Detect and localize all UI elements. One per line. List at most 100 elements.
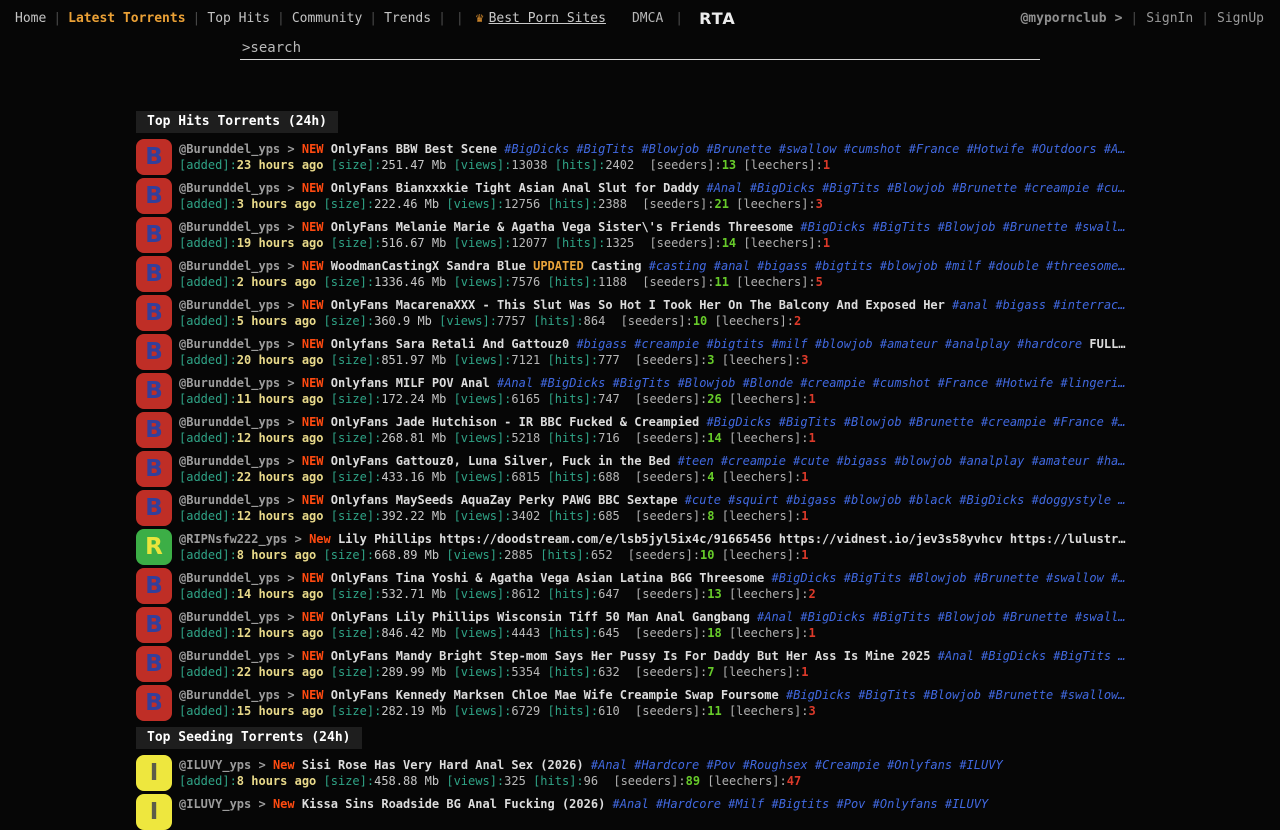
torrent-title[interactable]: OnlyFans Jade Hutchison - IR BBC Fucked … [331,415,699,429]
nav-separator: | [369,11,377,26]
torrent-tags[interactable]: #Anal #Hardcore #Milf #Bigtits #Pov #Onl… [613,797,989,811]
uploader-link[interactable]: @Burunddel_yps [179,259,280,273]
torrent-row: B @Burunddel_yps > NEW OnlyFans Melanie … [136,217,1150,253]
uploader-avatar[interactable]: B [136,568,172,604]
torrent-row-text: @Burunddel_yps > NEW OnlyFans Tina Yoshi… [179,568,1150,604]
uploader-link[interactable]: @RIPNsfw222_yps [179,532,287,546]
nav-item-latest-torrents[interactable]: Latest Torrents [61,11,192,26]
uploader-link[interactable]: @ILUVY_yps [179,797,251,811]
uploader-avatar[interactable]: B [136,451,172,487]
uploader-avatar[interactable]: B [136,607,172,643]
signup-link[interactable]: SignUp [1209,11,1272,26]
stat-leechers-value: 1 [823,158,830,172]
torrent-tags[interactable]: #casting #anal #bigass #bigtits #blowjob… [649,259,1126,273]
torrent-title[interactable]: Sisi Rose Has Very Hard Anal Sex (2026) [302,758,584,772]
torrent-tags[interactable]: #BigDicks #BigTits #Blowjob #Brunette #c… [706,415,1125,429]
uploader-link[interactable]: @Burunddel_yps [179,610,280,624]
stat-leechers-label: [leechers]: [707,774,786,788]
dmca-link[interactable]: DMCA [632,11,663,26]
torrent-tags[interactable]: #bigass #creampie #bigtits #milf #blowjo… [576,337,1082,351]
torrent-title[interactable]: OnlyFans BBW Best Scene [331,142,497,156]
torrent-title[interactable]: OnlyFans Bianxxxkie Tight Asian Anal Slu… [331,181,699,195]
torrent-title[interactable]: Lily Phillips https://doodstream.com/e/l… [338,532,1125,546]
torrent-tags[interactable]: #Anal #Hardcore #Pov #Roughsex #Creampie… [591,758,1003,772]
torrent-title[interactable]: OnlyFans Mandy Bright Step-mom Says Her … [331,649,931,663]
uploader-link[interactable]: @Burunddel_yps [179,493,280,507]
torrent-tags[interactable]: #Anal #BigDicks #BigTits #Blowjob #Brune… [757,610,1125,624]
torrent-tags[interactable]: #Anal #BigDicks #BigTits #Blowjob #Blond… [497,376,1126,390]
torrent-title[interactable]: OnlyFans Gattouz0, Luna Silver, Fuck in … [331,454,671,468]
uploader-link[interactable]: @Burunddel_yps [179,415,280,429]
torrent-title[interactable]: OnlyFans Lily Phillips Wisconsin Tiff 50… [331,610,750,624]
signin-link[interactable]: SignIn [1138,11,1201,26]
uploader-link[interactable]: @Burunddel_yps [179,298,280,312]
uploader-avatar[interactable]: B [136,490,172,526]
uploader-link[interactable]: @Burunddel_yps [179,181,280,195]
stat-added-label: [added]: [179,158,237,172]
torrent-stats-line: [added]:8 hours ago [size]:668.89 Mb [vi… [179,547,1150,563]
torrent-title[interactable]: Onlyfans MILF POV Anal [331,376,490,390]
uploader-avatar[interactable]: B [136,295,172,331]
uploader-link[interactable]: @Burunddel_yps [179,688,280,702]
stat-added-label: [added]: [179,314,237,328]
nav-item-trends[interactable]: Trends [377,11,438,26]
torrent-title[interactable]: OnlyFans Tina Yoshi & Agatha Vega Asian … [331,571,764,585]
nav-item-top-hits[interactable]: Top Hits [200,11,277,26]
uploader-link[interactable]: @Burunddel_yps [179,649,280,663]
nav-item-home[interactable]: Home [8,11,53,26]
uploader-avatar[interactable]: B [136,178,172,214]
best-porn-sites-link[interactable]: Best Porn Sites [489,11,606,26]
uploader-avatar[interactable]: B [136,256,172,292]
avatar-letter-icon: B [145,146,163,169]
stat-views-value: 7757 [497,314,526,328]
torrent-title[interactable]: Onlyfans Sara Retali And Gattouz0 [331,337,569,351]
torrent-title[interactable]: OnlyFans MacarenaXXX - This Slut Was So … [331,298,945,312]
uploader-link[interactable]: @Burunddel_yps [179,376,280,390]
stat-views-label: [views]: [454,236,512,250]
stat-views-value: 12077 [511,236,547,250]
uploader-link[interactable]: @Burunddel_yps [179,571,280,585]
uploader-avatar[interactable]: B [136,139,172,175]
uploader-link[interactable]: @Burunddel_yps [179,454,280,468]
uploader-link[interactable]: @Burunddel_yps [179,142,280,156]
torrent-title-line: @Burunddel_yps > NEW OnlyFans Melanie Ma… [179,219,1150,235]
uploader-avatar[interactable]: I [136,794,172,830]
torrent-tags[interactable]: #anal #bigass #interrac… [952,298,1125,312]
torrent-row-text: @Burunddel_yps > NEW OnlyFans Lily Phill… [179,607,1150,643]
stat-views-value: 2885 [504,548,533,562]
uploader-avatar[interactable]: B [136,217,172,253]
torrent-tags[interactable]: #cute #squirt #bigass #blowjob #black #B… [685,493,1126,507]
stat-size-label: [size]: [331,587,382,601]
uploader-avatar[interactable]: I [136,755,172,791]
torrent-title[interactable]: Onlyfans MaySeeds AquaZay Perky PAWG BBC… [331,493,678,507]
torrent-title[interactable]: OnlyFans Melanie Marie & Agatha Vega Sis… [331,220,793,234]
torrent-tags[interactable]: #BigDicks #BigTits #Blowjob #Brunette #s… [504,142,1125,156]
torrent-title-cont[interactable]: Casting [591,259,642,273]
account-link[interactable]: @mypornclub [1020,11,1106,26]
uploader-avatar[interactable]: B [136,412,172,448]
uploader-link[interactable]: @ILUVY_yps [179,758,251,772]
uploader-avatar[interactable]: B [136,646,172,682]
nav-item-community[interactable]: Community [285,11,369,26]
nav-right-group: @mypornclub > | SignIn | SignUp [1020,11,1272,26]
uploader-avatar[interactable]: R [136,529,172,565]
uploader-link[interactable]: @Burunddel_yps [179,337,280,351]
torrent-list: I @ILUVY_yps > New Sisi Rose Has Very Ha… [136,755,1150,830]
torrent-tags[interactable]: #teen #creampie #cute #bigass #blowjob #… [678,454,1126,468]
torrent-tags[interactable]: #Anal #BigDicks #BigTits #Blowjob #Brune… [706,181,1125,195]
uploader-avatar[interactable]: B [136,334,172,370]
uploader-link[interactable]: @Burunddel_yps [179,220,280,234]
rta-logo[interactable]: RTA [699,9,736,28]
torrent-tags[interactable]: #BigDicks #BigTits #Blowjob #Brunette #s… [772,571,1126,585]
torrent-tags[interactable]: #BigDicks #BigTits #Blowjob #Brunette #s… [786,688,1126,702]
torrent-tags[interactable]: #BigDicks #BigTits #Blowjob #Brunette #s… [800,220,1125,234]
search-input[interactable] [240,39,1040,59]
torrent-tags[interactable]: #Anal #BigDicks #BigTits … [938,649,1126,663]
uploader-avatar[interactable]: B [136,685,172,721]
torrent-title[interactable]: Kissa Sins Roadside BG Anal Fucking (202… [302,797,605,811]
stat-added-value: 11 hours ago [237,392,324,406]
torrent-title[interactable]: OnlyFans Kennedy Marksen Chloe Mae Wife … [331,688,779,702]
uploader-avatar[interactable]: B [136,373,172,409]
stat-hits-label: [hits]: [533,774,584,788]
torrent-title[interactable]: WoodmanCastingX Sandra Blue [331,259,526,273]
